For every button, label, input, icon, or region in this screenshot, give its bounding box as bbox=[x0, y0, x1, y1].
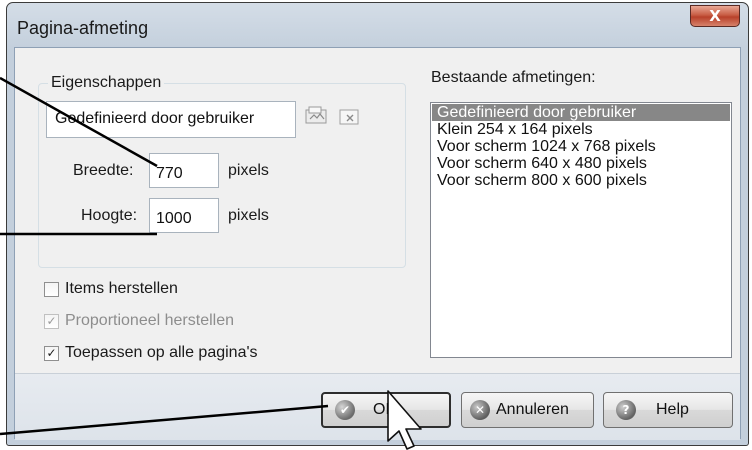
apply-all-pages-label: Toepassen op alle pagina's bbox=[65, 344, 258, 361]
reset-items-label: Items herstellen bbox=[65, 280, 178, 297]
window-title: Pagina-afmeting bbox=[17, 18, 149, 38]
reset-items-option[interactable]: Items herstellen bbox=[44, 280, 178, 298]
apply-all-pages-checkbox[interactable]: ✓ bbox=[44, 345, 59, 361]
check-icon: ✔ bbox=[335, 400, 355, 420]
height-label: Hoogte: bbox=[81, 207, 138, 224]
close-icon: X bbox=[709, 7, 721, 25]
ok-button-label: OK bbox=[373, 401, 397, 418]
cancel-button[interactable]: ✕ Annuleren bbox=[461, 392, 594, 428]
cancel-icon: ✕ bbox=[470, 400, 490, 420]
button-area: ✔ OK ✕ Annuleren ? Help bbox=[15, 374, 740, 440]
dialog-window: Pagina-afmeting X Eigenschappen Gedefini… bbox=[6, 2, 749, 446]
close-button[interactable]: X bbox=[690, 5, 740, 27]
title-bar[interactable]: Pagina-afmeting X bbox=[7, 3, 748, 47]
list-item[interactable]: Voor scherm 800 x 600 pixels bbox=[432, 172, 730, 189]
help-icon: ? bbox=[616, 400, 636, 420]
ok-button[interactable]: ✔ OK bbox=[321, 392, 451, 428]
dialog-client-area: Eigenschappen Gedefinieerd door gebruike… bbox=[14, 47, 741, 440]
list-item[interactable]: Voor scherm 1024 x 768 pixels bbox=[432, 138, 730, 155]
delete-preset-icon[interactable] bbox=[339, 109, 359, 125]
width-label: Breedte: bbox=[73, 162, 134, 179]
help-button[interactable]: ? Help bbox=[603, 392, 733, 428]
properties-group: Eigenschappen Gedefinieerd door gebruike… bbox=[38, 74, 406, 268]
existing-sizes-list[interactable]: Gedefinieerd door gebruiker Klein 254 x … bbox=[430, 102, 732, 358]
existing-sizes-label: Bestaande afmetingen: bbox=[431, 69, 596, 86]
help-button-label: Help bbox=[656, 401, 689, 418]
reset-items-checkbox[interactable] bbox=[44, 281, 59, 297]
list-item[interactable]: Voor scherm 640 x 480 pixels bbox=[432, 155, 730, 172]
proportional-reset-option: ✓ Proportioneel herstellen bbox=[44, 312, 234, 330]
apply-all-pages-option[interactable]: ✓ Toepassen op alle pagina's bbox=[44, 344, 258, 362]
proportional-reset-label: Proportioneel herstellen bbox=[65, 312, 234, 329]
width-input[interactable] bbox=[149, 153, 219, 188]
width-unit: pixels bbox=[228, 162, 269, 179]
height-input[interactable] bbox=[149, 198, 219, 233]
cancel-button-label: Annuleren bbox=[496, 401, 569, 418]
height-unit: pixels bbox=[228, 207, 269, 224]
properties-group-label: Eigenschappen bbox=[48, 74, 165, 92]
save-preset-icon[interactable] bbox=[305, 106, 327, 124]
list-item[interactable]: Klein 254 x 164 pixels bbox=[432, 121, 730, 138]
list-item[interactable]: Gedefinieerd door gebruiker bbox=[432, 104, 730, 121]
proportional-reset-checkbox: ✓ bbox=[44, 313, 59, 329]
preset-name-field[interactable]: Gedefinieerd door gebruiker bbox=[46, 101, 296, 138]
